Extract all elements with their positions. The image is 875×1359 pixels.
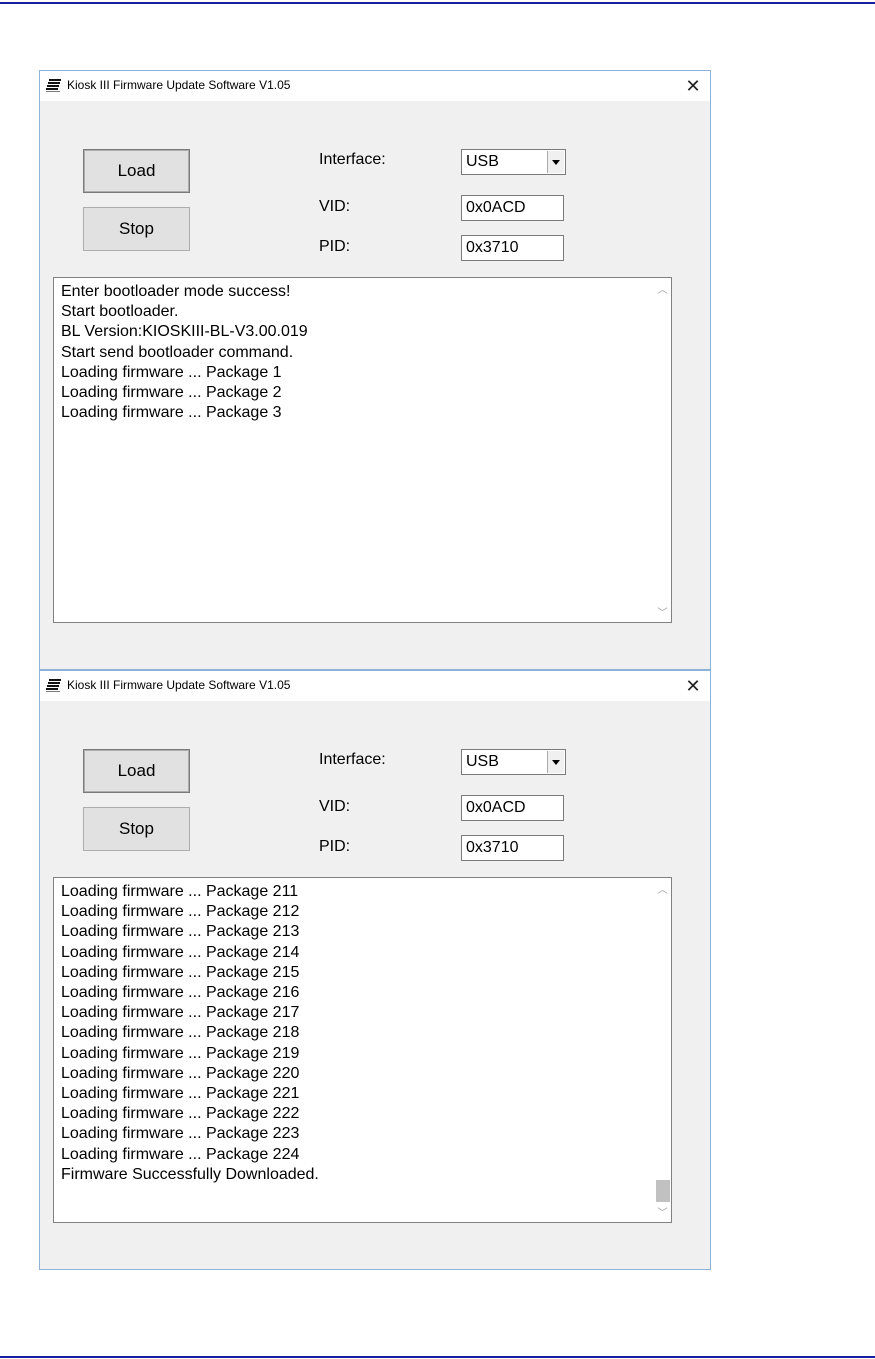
pid-field[interactable]: 0x3710: [461, 835, 564, 861]
app-logo-icon: [46, 79, 61, 92]
scroll-down-icon[interactable]: ﹀: [654, 603, 671, 620]
vertical-scrollbar[interactable]: ︿ ﹀: [654, 278, 671, 622]
log-line: Loading firmware ... Package 223: [61, 1125, 300, 1143]
close-icon[interactable]: ✕: [676, 71, 710, 101]
interface-select-value: USB: [466, 153, 499, 170]
log-line: Loading firmware ... Package 215: [61, 963, 300, 981]
log-line: Loading firmware ... Package 212: [61, 903, 300, 921]
log-line: Loading firmware ... Package 1: [61, 363, 282, 381]
close-icon[interactable]: ✕: [676, 671, 710, 701]
interface-select-value: USB: [466, 753, 499, 770]
log-textarea[interactable]: Loading firmware ... Package 211 Loading…: [53, 877, 672, 1223]
load-button[interactable]: Load: [83, 149, 190, 193]
vid-label: VID:: [319, 198, 351, 215]
log-line: BL Version:KIOSKIII-BL-V3.00.019: [61, 323, 308, 341]
window-title: Kiosk III Firmware Update Software V1.05: [67, 78, 291, 92]
log-line: Start send bootloader command.: [61, 343, 294, 361]
log-lines: Loading firmware ... Package 211 Loading…: [61, 882, 319, 1185]
log-line: Loading firmware ... Package 218: [61, 1024, 300, 1042]
log-line: Enter bootloader mode success!: [61, 283, 291, 300]
firmware-update-window-2: Kiosk III Firmware Update Software V1.05…: [39, 670, 711, 1270]
interface-select[interactable]: USB: [461, 749, 566, 775]
firmware-update-window-1: Kiosk III Firmware Update Software V1.05…: [39, 70, 711, 670]
log-line: Firmware Successfully Downloaded.: [61, 1165, 319, 1183]
header-rule: [0, 2, 875, 4]
scroll-down-icon[interactable]: ﹀: [654, 1203, 671, 1220]
log-line: Loading firmware ... Package 222: [61, 1105, 300, 1123]
log-line: Loading firmware ... Package 2: [61, 384, 282, 402]
log-line: Loading firmware ... Package 214: [61, 943, 300, 961]
log-line: Loading firmware ... Package 221: [61, 1085, 300, 1103]
log-line: Loading firmware ... Package 220: [61, 1064, 300, 1082]
log-line: Loading firmware ... Package 224: [61, 1145, 300, 1163]
pid-label: PID:: [319, 838, 351, 855]
title-bar[interactable]: Kiosk III Firmware Update Software V1.05…: [40, 71, 710, 101]
footer-rule: [0, 1356, 875, 1358]
log-line: Loading firmware ... Package 213: [61, 923, 300, 941]
dropdown-arrow-icon[interactable]: [547, 751, 564, 773]
dropdown-arrow-icon[interactable]: [547, 151, 564, 173]
stop-button[interactable]: Stop: [83, 207, 190, 251]
app-logo-icon: [46, 679, 61, 692]
log-line: Loading firmware ... Package 216: [61, 984, 300, 1002]
interface-label: Interface:: [319, 151, 386, 168]
log-textarea[interactable]: Enter bootloader mode success! Start boo…: [53, 277, 672, 623]
scroll-up-icon[interactable]: ︿: [654, 280, 671, 297]
window-title: Kiosk III Firmware Update Software V1.05: [67, 678, 291, 692]
vid-field[interactable]: 0x0ACD: [461, 795, 564, 821]
pid-label: PID:: [319, 238, 351, 255]
stop-button[interactable]: Stop: [83, 807, 190, 851]
vid-label: VID:: [319, 798, 351, 815]
pid-field[interactable]: 0x3710: [461, 235, 564, 261]
log-line: Loading firmware ... Package 211: [61, 883, 299, 900]
log-line: Loading firmware ... Package 3: [61, 404, 282, 422]
scrollbar-thumb[interactable]: [656, 1180, 670, 1202]
load-button[interactable]: Load: [83, 749, 190, 793]
interface-label: Interface:: [319, 751, 386, 768]
interface-select[interactable]: USB: [461, 149, 566, 175]
vid-field[interactable]: 0x0ACD: [461, 195, 564, 221]
log-lines: Enter bootloader mode success! Start boo…: [61, 282, 308, 423]
log-line: Loading firmware ... Package 217: [61, 1004, 300, 1022]
log-line: Loading firmware ... Package 219: [61, 1044, 300, 1062]
vertical-scrollbar[interactable]: ︿ ﹀: [654, 878, 671, 1222]
scroll-up-icon[interactable]: ︿: [654, 880, 671, 897]
title-bar[interactable]: Kiosk III Firmware Update Software V1.05…: [40, 671, 710, 701]
log-line: Start bootloader.: [61, 303, 179, 321]
